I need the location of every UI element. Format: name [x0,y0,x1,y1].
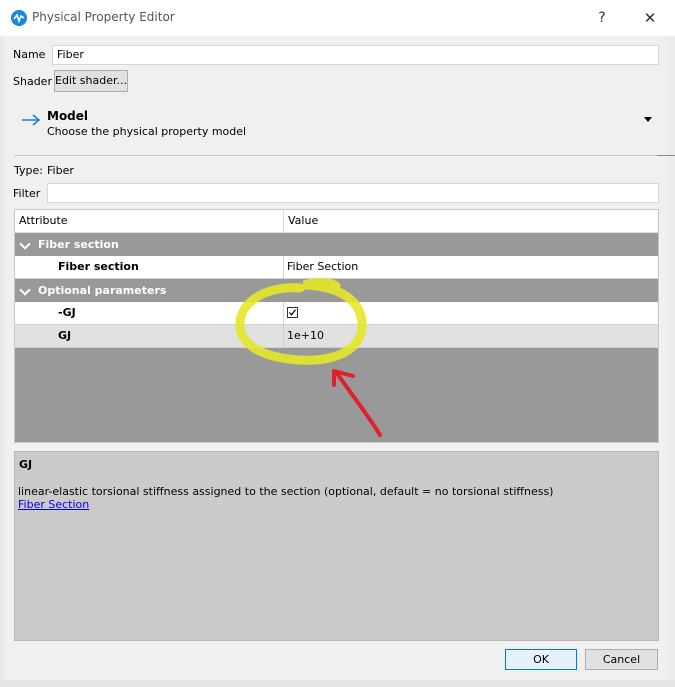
filter-label: Filter [13,187,41,200]
filter-input[interactable] [47,183,659,203]
table-row[interactable]: Fiber section Fiber Section [15,256,658,279]
table-row[interactable]: GJ 1e+10 [15,325,658,348]
attribute-name: GJ [58,329,72,342]
bottom-edge [0,680,675,687]
section-optional-parameters[interactable]: Optional parameters [15,280,658,302]
name-label: Name [13,48,46,61]
help-button[interactable]: ? [590,6,614,30]
checkbox-icon[interactable] [287,307,298,318]
name-field[interactable]: Fiber [52,45,659,65]
attribute-value[interactable]: Fiber Section [287,260,358,273]
app-logo-icon [11,10,27,26]
description-title: GJ [19,458,33,471]
cell-divider [283,325,284,347]
column-header-value[interactable]: Value [288,214,318,227]
left-edge [0,36,4,680]
attribute-name: Fiber section [58,260,139,273]
ok-button[interactable]: OK [505,649,577,670]
table-row[interactable]: -GJ [15,302,658,325]
window-title: Physical Property Editor [32,10,175,24]
header-divider [283,210,284,233]
description-panel [14,451,659,641]
cell-divider [283,256,284,278]
right-edge [667,36,675,680]
cell-divider [283,302,284,324]
column-header-attribute[interactable]: Attribute [19,214,68,227]
type-label: Type: [14,164,43,177]
model-selector[interactable] [14,103,659,149]
chevron-down-icon [19,284,31,296]
table-header [15,210,658,233]
fiber-section-link[interactable]: Fiber Section [18,498,89,511]
cancel-button[interactable]: Cancel [585,649,658,670]
chevron-down-icon [19,238,31,250]
description-text: linear-elastic torsional stiffness assig… [18,485,554,498]
edit-shader-button[interactable]: Edit shader... [54,70,128,92]
attribute-value[interactable]: 1e+10 [287,329,324,342]
separator-right [657,155,675,156]
shader-label: Shader [13,75,52,88]
section-fiber-section[interactable]: Fiber section [15,234,658,256]
type-value: Fiber [47,164,74,177]
section-title: Fiber section [38,238,119,251]
close-button[interactable]: ✕ [636,6,664,30]
attribute-name: -GJ [58,306,76,319]
chevron-down-icon[interactable] [644,117,652,122]
separator [14,155,659,156]
section-title: Optional parameters [38,284,167,297]
